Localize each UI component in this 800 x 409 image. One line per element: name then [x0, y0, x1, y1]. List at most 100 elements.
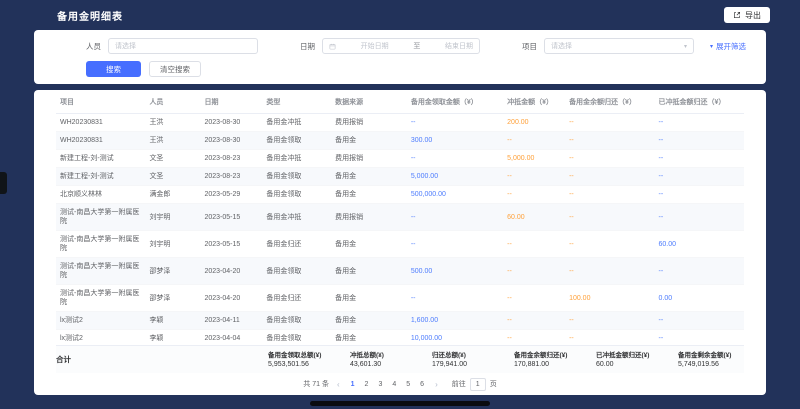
cell-balance_return: -- [565, 258, 654, 285]
cell-date: 2023-04-04 [200, 330, 262, 346]
page-number-1[interactable]: 1 [348, 381, 358, 388]
calendar-icon [329, 43, 336, 50]
cell-date: 2023-05-15 [200, 231, 262, 258]
cell-offset: -- [503, 258, 565, 285]
table-row: lx测试2李颖2023-04-11备用金领取备用金1,600.00------ [56, 312, 744, 330]
summary-item-value: 170,881.00 [514, 360, 580, 369]
cell-source: 费用报销 [331, 204, 407, 231]
cell-balance_return: -- [565, 168, 654, 186]
cell-person: 刘宇明 [145, 231, 200, 258]
cell-person: 邵梦泽 [145, 258, 200, 285]
cell-type: 备用金领取 [262, 186, 331, 204]
table-scroll-area[interactable]: 项目人员日期类型数据来源备用金领取金额（¥）冲抵金额（¥）备用金余额归还（¥）已… [56, 90, 744, 345]
summary-item: 备用金领取总额(¥)5,953,501.56 [268, 351, 334, 369]
summary-item-value: 179,941.00 [432, 360, 498, 369]
cell-source: 费用报销 [331, 114, 407, 132]
cell-project: 新建工程-刘-测试 [56, 150, 145, 168]
table-row: WH20230831王洪2023-08-30备用金领取备用金300.00----… [56, 132, 744, 150]
cell-type: 备用金领取 [262, 132, 331, 150]
page-number-3[interactable]: 3 [375, 381, 385, 388]
expand-filters-link[interactable]: ▾ 展开筛选 [710, 41, 746, 52]
filter-panel: 人员 请选择 日期 开始日期 至 结束日期 [34, 30, 766, 84]
cell-date: 2023-08-30 [200, 114, 262, 132]
date-filter-label: 日期 [300, 41, 315, 52]
cell-offset: 200.00 [503, 114, 565, 132]
cell-type: 备用金冲抵 [262, 204, 331, 231]
summary-row: 合计 备用金领取总额(¥)5,953,501.56冲抵总额(¥)43,601.3… [56, 345, 744, 373]
cell-type: 备用金领取 [262, 168, 331, 186]
column-header: 类型 [262, 90, 331, 114]
next-page-button[interactable]: › [432, 380, 441, 389]
export-button-label: 导出 [745, 10, 761, 21]
page-numbers: 123456 [348, 381, 427, 388]
cell-offset_return: 60.00 [655, 231, 745, 258]
person-select-placeholder: 请选择 [115, 41, 136, 51]
cell-project: WH20230831 [56, 132, 145, 150]
home-indicator [310, 401, 490, 406]
person-select[interactable]: 请选择 [108, 38, 258, 54]
cell-received: 1,600.00 [407, 312, 503, 330]
cell-type: 备用金归还 [262, 285, 331, 312]
page-number-5[interactable]: 5 [403, 381, 413, 388]
goto-page: 前往 1 页 [452, 378, 497, 391]
page-number-4[interactable]: 4 [389, 381, 399, 388]
clear-search-button[interactable]: 清空搜索 [149, 61, 201, 77]
date-start-placeholder: 开始日期 [361, 41, 389, 51]
cell-person: 李颖 [145, 312, 200, 330]
cell-date: 2023-08-30 [200, 132, 262, 150]
project-select[interactable]: 请选择 ▾ [544, 38, 694, 54]
cell-person: 王洪 [145, 114, 200, 132]
cell-balance_return: -- [565, 132, 654, 150]
date-range-picker[interactable]: 开始日期 至 结束日期 [322, 38, 480, 54]
summary-item-value: 5,749,019.56 [678, 360, 744, 369]
goto-page-input[interactable]: 1 [470, 378, 486, 391]
cell-type: 备用金领取 [262, 258, 331, 285]
cell-balance_return: -- [565, 186, 654, 204]
export-button[interactable]: 导出 [724, 7, 770, 23]
summary-item: 归还总额(¥)179,941.00 [432, 351, 498, 369]
cell-project: 新建工程-刘-测试 [56, 168, 145, 186]
data-table-panel: 项目人员日期类型数据来源备用金领取金额（¥）冲抵金额（¥）备用金余额归还（¥）已… [34, 90, 766, 395]
cell-type: 备用金冲抵 [262, 114, 331, 132]
cell-offset: -- [503, 312, 565, 330]
cell-offset_return: 0.00 [655, 285, 745, 312]
cell-balance_return: -- [565, 204, 654, 231]
cell-received: -- [407, 204, 503, 231]
column-header: 人员 [145, 90, 200, 114]
petty-cash-table: 项目人员日期类型数据来源备用金领取金额（¥）冲抵金额（¥）备用金余额归还（¥）已… [56, 90, 744, 345]
summary-item-label: 备用金剩余金额(¥) [678, 351, 744, 360]
summary-item-value: 5,953,501.56 [268, 360, 334, 369]
cell-project: lx测试2 [56, 330, 145, 346]
pagination: 共 71 条 ‹ 123456 › 前往 1 页 [56, 373, 744, 395]
project-select-placeholder: 请选择 [551, 41, 572, 51]
table-row: 新建工程-刘-测试文圣2023-08-23备用金领取备用金5,000.00---… [56, 168, 744, 186]
cell-project: 测试-南昌大学第一附属医院 [56, 258, 145, 285]
cell-received: 5,000.00 [407, 168, 503, 186]
cell-offset: -- [503, 186, 565, 204]
search-button[interactable]: 搜索 [86, 61, 141, 77]
page-number-2[interactable]: 2 [362, 381, 372, 388]
cell-date: 2023-08-23 [200, 168, 262, 186]
table-row: 测试-南昌大学第一附属医院刘宇明2023-05-15备用金归还备用金------… [56, 231, 744, 258]
drawer-handle[interactable] [0, 172, 7, 194]
column-header: 项目 [56, 90, 145, 114]
expand-filters-label: 展开筛选 [716, 41, 746, 52]
prev-page-button[interactable]: ‹ [334, 380, 343, 389]
cell-person: 满金郎 [145, 186, 200, 204]
cell-person: 邵梦泽 [145, 285, 200, 312]
cell-offset: 60.00 [503, 204, 565, 231]
cell-received: -- [407, 150, 503, 168]
cell-offset_return: -- [655, 132, 745, 150]
cell-offset: -- [503, 285, 565, 312]
cell-person: 李颖 [145, 330, 200, 346]
cell-type: 备用金领取 [262, 330, 331, 346]
summary-items: 备用金领取总额(¥)5,953,501.56冲抵总额(¥)43,601.30归还… [268, 351, 744, 369]
summary-item: 已冲抵金额归还(¥)60.00 [596, 351, 662, 369]
column-header: 备用金领取金额（¥） [407, 90, 503, 114]
content-area: 人员 请选择 日期 开始日期 至 结束日期 [34, 30, 766, 395]
cell-person: 文圣 [145, 168, 200, 186]
summary-item-label: 备用金余额归还(¥) [514, 351, 580, 360]
cell-balance_return: -- [565, 231, 654, 258]
summary-item: 备用金剩余金额(¥)5,749,019.56 [678, 351, 744, 369]
page-number-6[interactable]: 6 [417, 381, 427, 388]
